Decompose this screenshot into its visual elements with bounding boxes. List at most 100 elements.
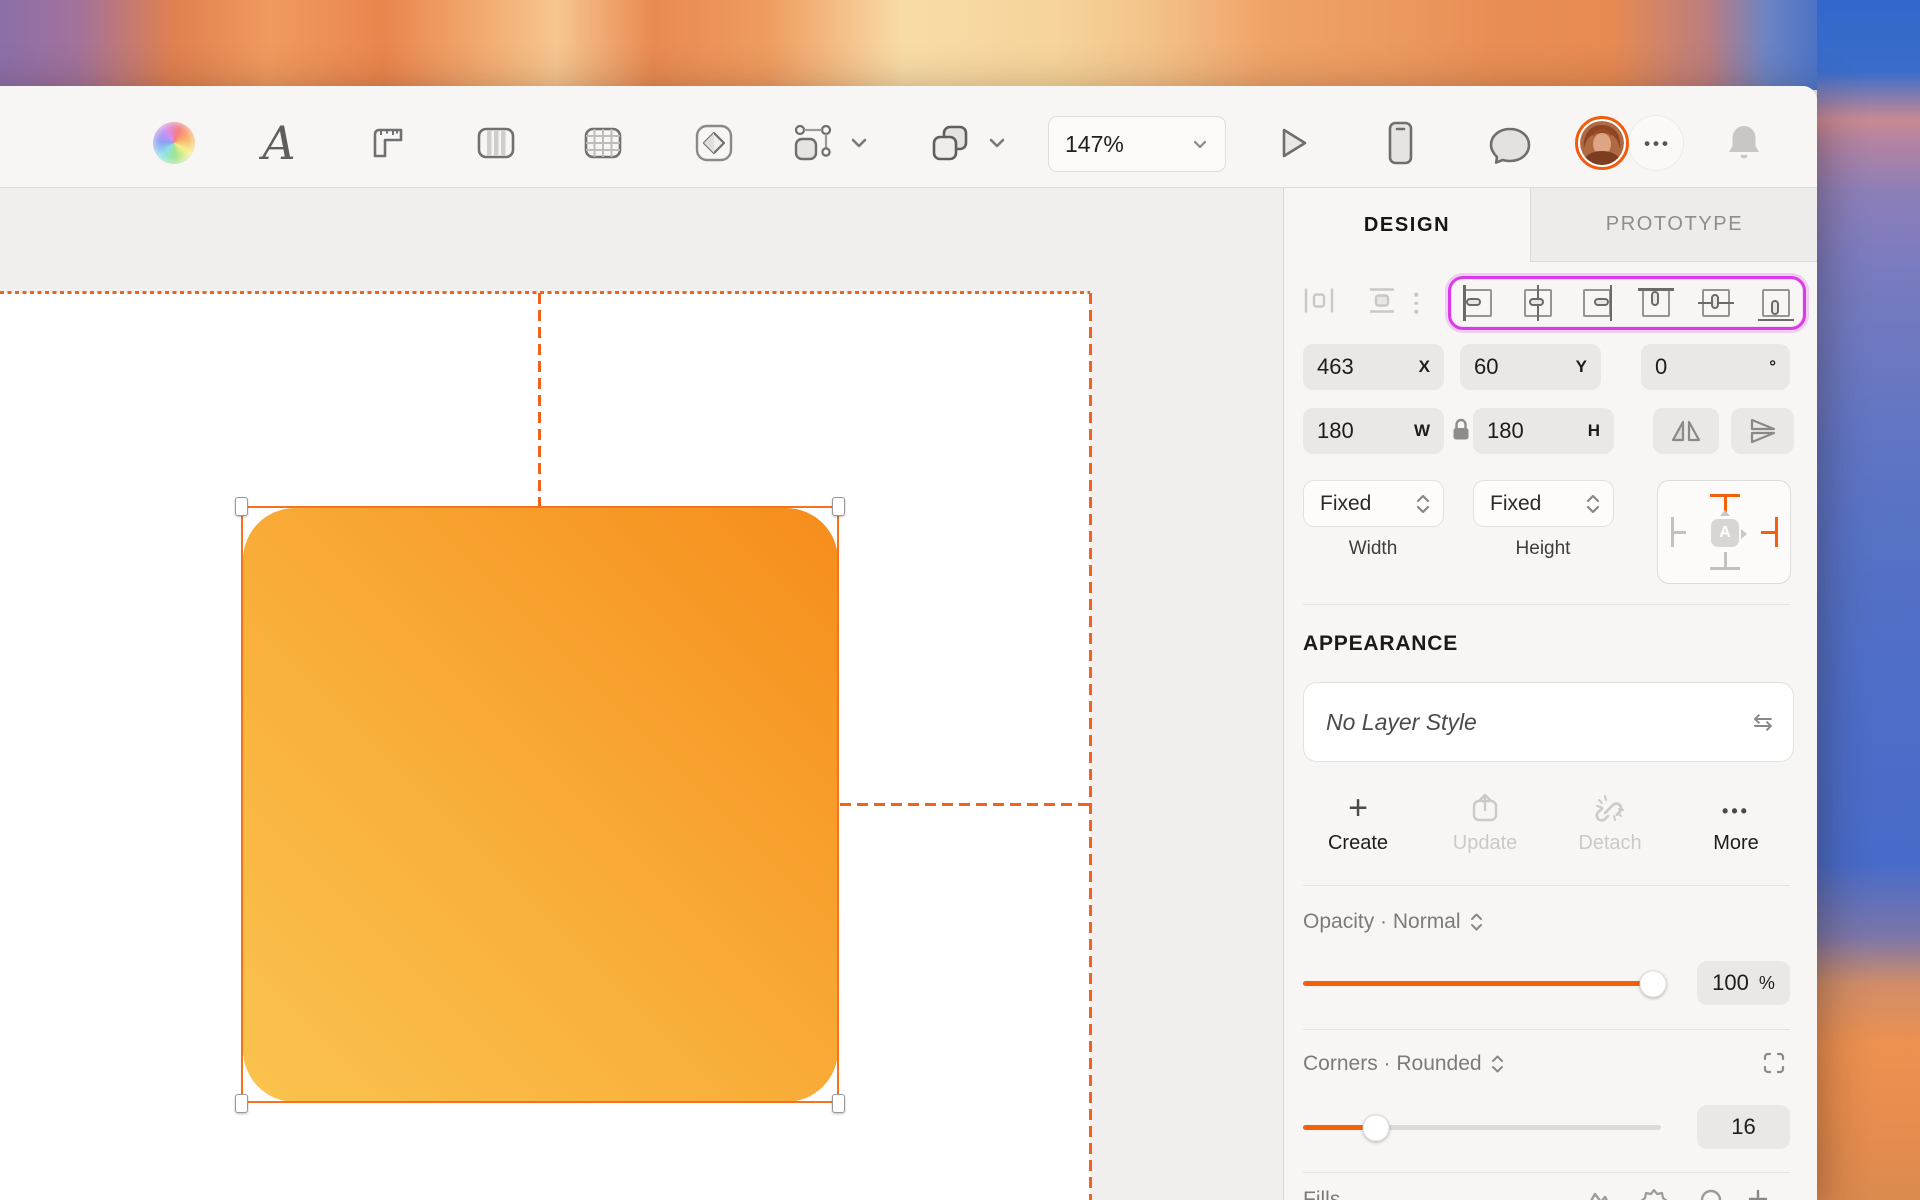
fills-label: Fills: [1303, 1188, 1340, 1200]
fills-section-header: Fills: [1284, 1186, 1817, 1200]
more-styles-button[interactable]: ••• More: [1676, 790, 1796, 855]
resize-handle-bottom-left[interactable]: [235, 1094, 248, 1113]
detach-style-button[interactable]: Detach: [1550, 790, 1670, 855]
ruler-icon: [367, 122, 409, 164]
union-icon: [928, 121, 972, 165]
tab-prototype[interactable]: PROTOTYPE: [1530, 188, 1817, 262]
avatar-photo: [1580, 121, 1624, 165]
x-position-field[interactable]: 463 X: [1303, 344, 1444, 390]
updown-chevrons-icon: [1469, 911, 1484, 933]
updown-chevrons-icon: [1490, 1053, 1505, 1075]
create-label: Create: [1298, 832, 1418, 855]
separator-dots: [1414, 293, 1418, 314]
preview-play-button[interactable]: [1273, 123, 1313, 163]
columns-icon: [475, 122, 517, 164]
height-mode-value: Fixed: [1490, 492, 1541, 516]
tab-prototype-label: PROTOTYPE: [1606, 213, 1743, 236]
selected-rectangle[interactable]: [243, 508, 838, 1102]
rotation-unit-label: °: [1769, 357, 1776, 377]
expand-corners-icon: [1761, 1050, 1787, 1076]
height-field[interactable]: 180 H: [1473, 408, 1614, 454]
alignment-toolbar: [1284, 262, 1817, 336]
avatar-ring: [1575, 116, 1629, 170]
width-field[interactable]: 180 W: [1303, 408, 1444, 454]
inspector-tabs: DESIGN PROTOTYPE: [1284, 188, 1817, 262]
y-unit-label: Y: [1576, 357, 1587, 377]
chevron-down-icon: [986, 132, 1008, 154]
corners-value-field[interactable]: 16: [1697, 1105, 1790, 1149]
workspace-menu-button[interactable]: •••: [1628, 115, 1684, 171]
comments-button[interactable]: [1487, 121, 1533, 165]
width-sizing-dropdown[interactable]: Fixed: [1303, 480, 1444, 527]
appearance-heading: APPEARANCE: [1303, 632, 1458, 656]
resize-handle-top-left[interactable]: [235, 497, 248, 516]
symbol-icon: [692, 121, 736, 165]
per-corner-expand-button[interactable]: [1761, 1050, 1787, 1081]
mirror-device-button[interactable]: [1380, 120, 1420, 166]
update-style-button[interactable]: Update: [1425, 790, 1545, 855]
corners-slider-thumb[interactable]: [1363, 1114, 1390, 1141]
pattern-fill-icon[interactable]: [1640, 1186, 1668, 1200]
canvas[interactable]: [0, 188, 1283, 1200]
boolean-ops-button[interactable]: [928, 121, 1008, 165]
grid-icon: [582, 122, 624, 164]
chevron-down-icon: [848, 132, 870, 154]
distribute-horizontally-button[interactable]: [1302, 284, 1336, 323]
opacity-slider[interactable]: [1303, 981, 1661, 986]
resize-handle-top-right[interactable]: [832, 497, 845, 516]
y-value: 60: [1474, 354, 1498, 380]
account-avatar[interactable]: [1575, 116, 1629, 170]
x-value: 463: [1317, 354, 1354, 380]
height-value: 180: [1487, 418, 1524, 444]
app-window: A: [0, 86, 1817, 1200]
pin-center-badge: A: [1711, 519, 1739, 547]
rotation-field[interactable]: 0 °: [1641, 344, 1790, 390]
height-sizing-dropdown[interactable]: Fixed: [1473, 480, 1614, 527]
lock-aspect-button[interactable]: [1450, 416, 1472, 449]
plus-icon: +: [1348, 793, 1368, 824]
swap-style-icon[interactable]: ⇆: [1753, 708, 1773, 737]
opacity-value-field[interactable]: 100 %: [1697, 961, 1790, 1005]
grid-button[interactable]: [582, 122, 624, 164]
edit-vector-button[interactable]: [790, 121, 870, 165]
ruler-button[interactable]: [367, 122, 409, 164]
pinning-widget[interactable]: A: [1657, 480, 1791, 584]
color-picker-button[interactable]: [153, 122, 195, 164]
pin-bottom-cap: [1710, 567, 1740, 570]
layout-columns-button[interactable]: [475, 122, 517, 164]
align-left-button[interactable]: [1460, 285, 1496, 321]
tab-design-label: DESIGN: [1364, 214, 1450, 237]
align-center-horizontally-button[interactable]: [1520, 285, 1556, 321]
color-fill-icon[interactable]: [1698, 1186, 1724, 1200]
more-label: More: [1676, 832, 1796, 855]
zoom-level-dropdown[interactable]: 147%: [1048, 116, 1226, 172]
align-top-button[interactable]: [1638, 285, 1674, 321]
section-divider: [1303, 1172, 1790, 1173]
play-icon: [1273, 123, 1313, 163]
align-bottom-button[interactable]: [1758, 285, 1794, 321]
create-style-button[interactable]: + Create: [1298, 790, 1418, 855]
text-tool-button[interactable]: A: [262, 120, 295, 166]
y-position-field[interactable]: 60 Y: [1460, 344, 1601, 390]
opacity-slider-thumb[interactable]: [1640, 970, 1667, 997]
notifications-button[interactable]: [1723, 121, 1765, 165]
section-divider: [1303, 1029, 1790, 1030]
corners-section-header[interactable]: Corners · Rounded: [1303, 1052, 1505, 1076]
flip-vertical-button[interactable]: [1731, 408, 1794, 454]
image-fill-icon[interactable]: [1584, 1186, 1614, 1200]
tab-design[interactable]: DESIGN: [1284, 188, 1530, 262]
wallpaper-right: [1817, 0, 1920, 1200]
corners-value: 16: [1731, 1114, 1755, 1140]
corners-slider[interactable]: [1303, 1125, 1661, 1130]
layer-style-selector[interactable]: No Layer Style ⇆: [1303, 682, 1794, 762]
detach-unlink-icon: [1593, 792, 1627, 824]
align-middle-vertically-button[interactable]: [1698, 285, 1734, 321]
add-fill-icon[interactable]: [1746, 1186, 1770, 1200]
symbols-button[interactable]: [692, 121, 736, 165]
align-right-button[interactable]: [1579, 285, 1615, 321]
distribute-vertically-button[interactable]: [1365, 284, 1399, 323]
ellipsis-circle: •••: [1628, 115, 1684, 171]
resize-handle-bottom-right[interactable]: [832, 1094, 845, 1113]
opacity-section-header[interactable]: Opacity · Normal: [1303, 910, 1484, 934]
flip-horizontal-button[interactable]: [1653, 408, 1719, 454]
